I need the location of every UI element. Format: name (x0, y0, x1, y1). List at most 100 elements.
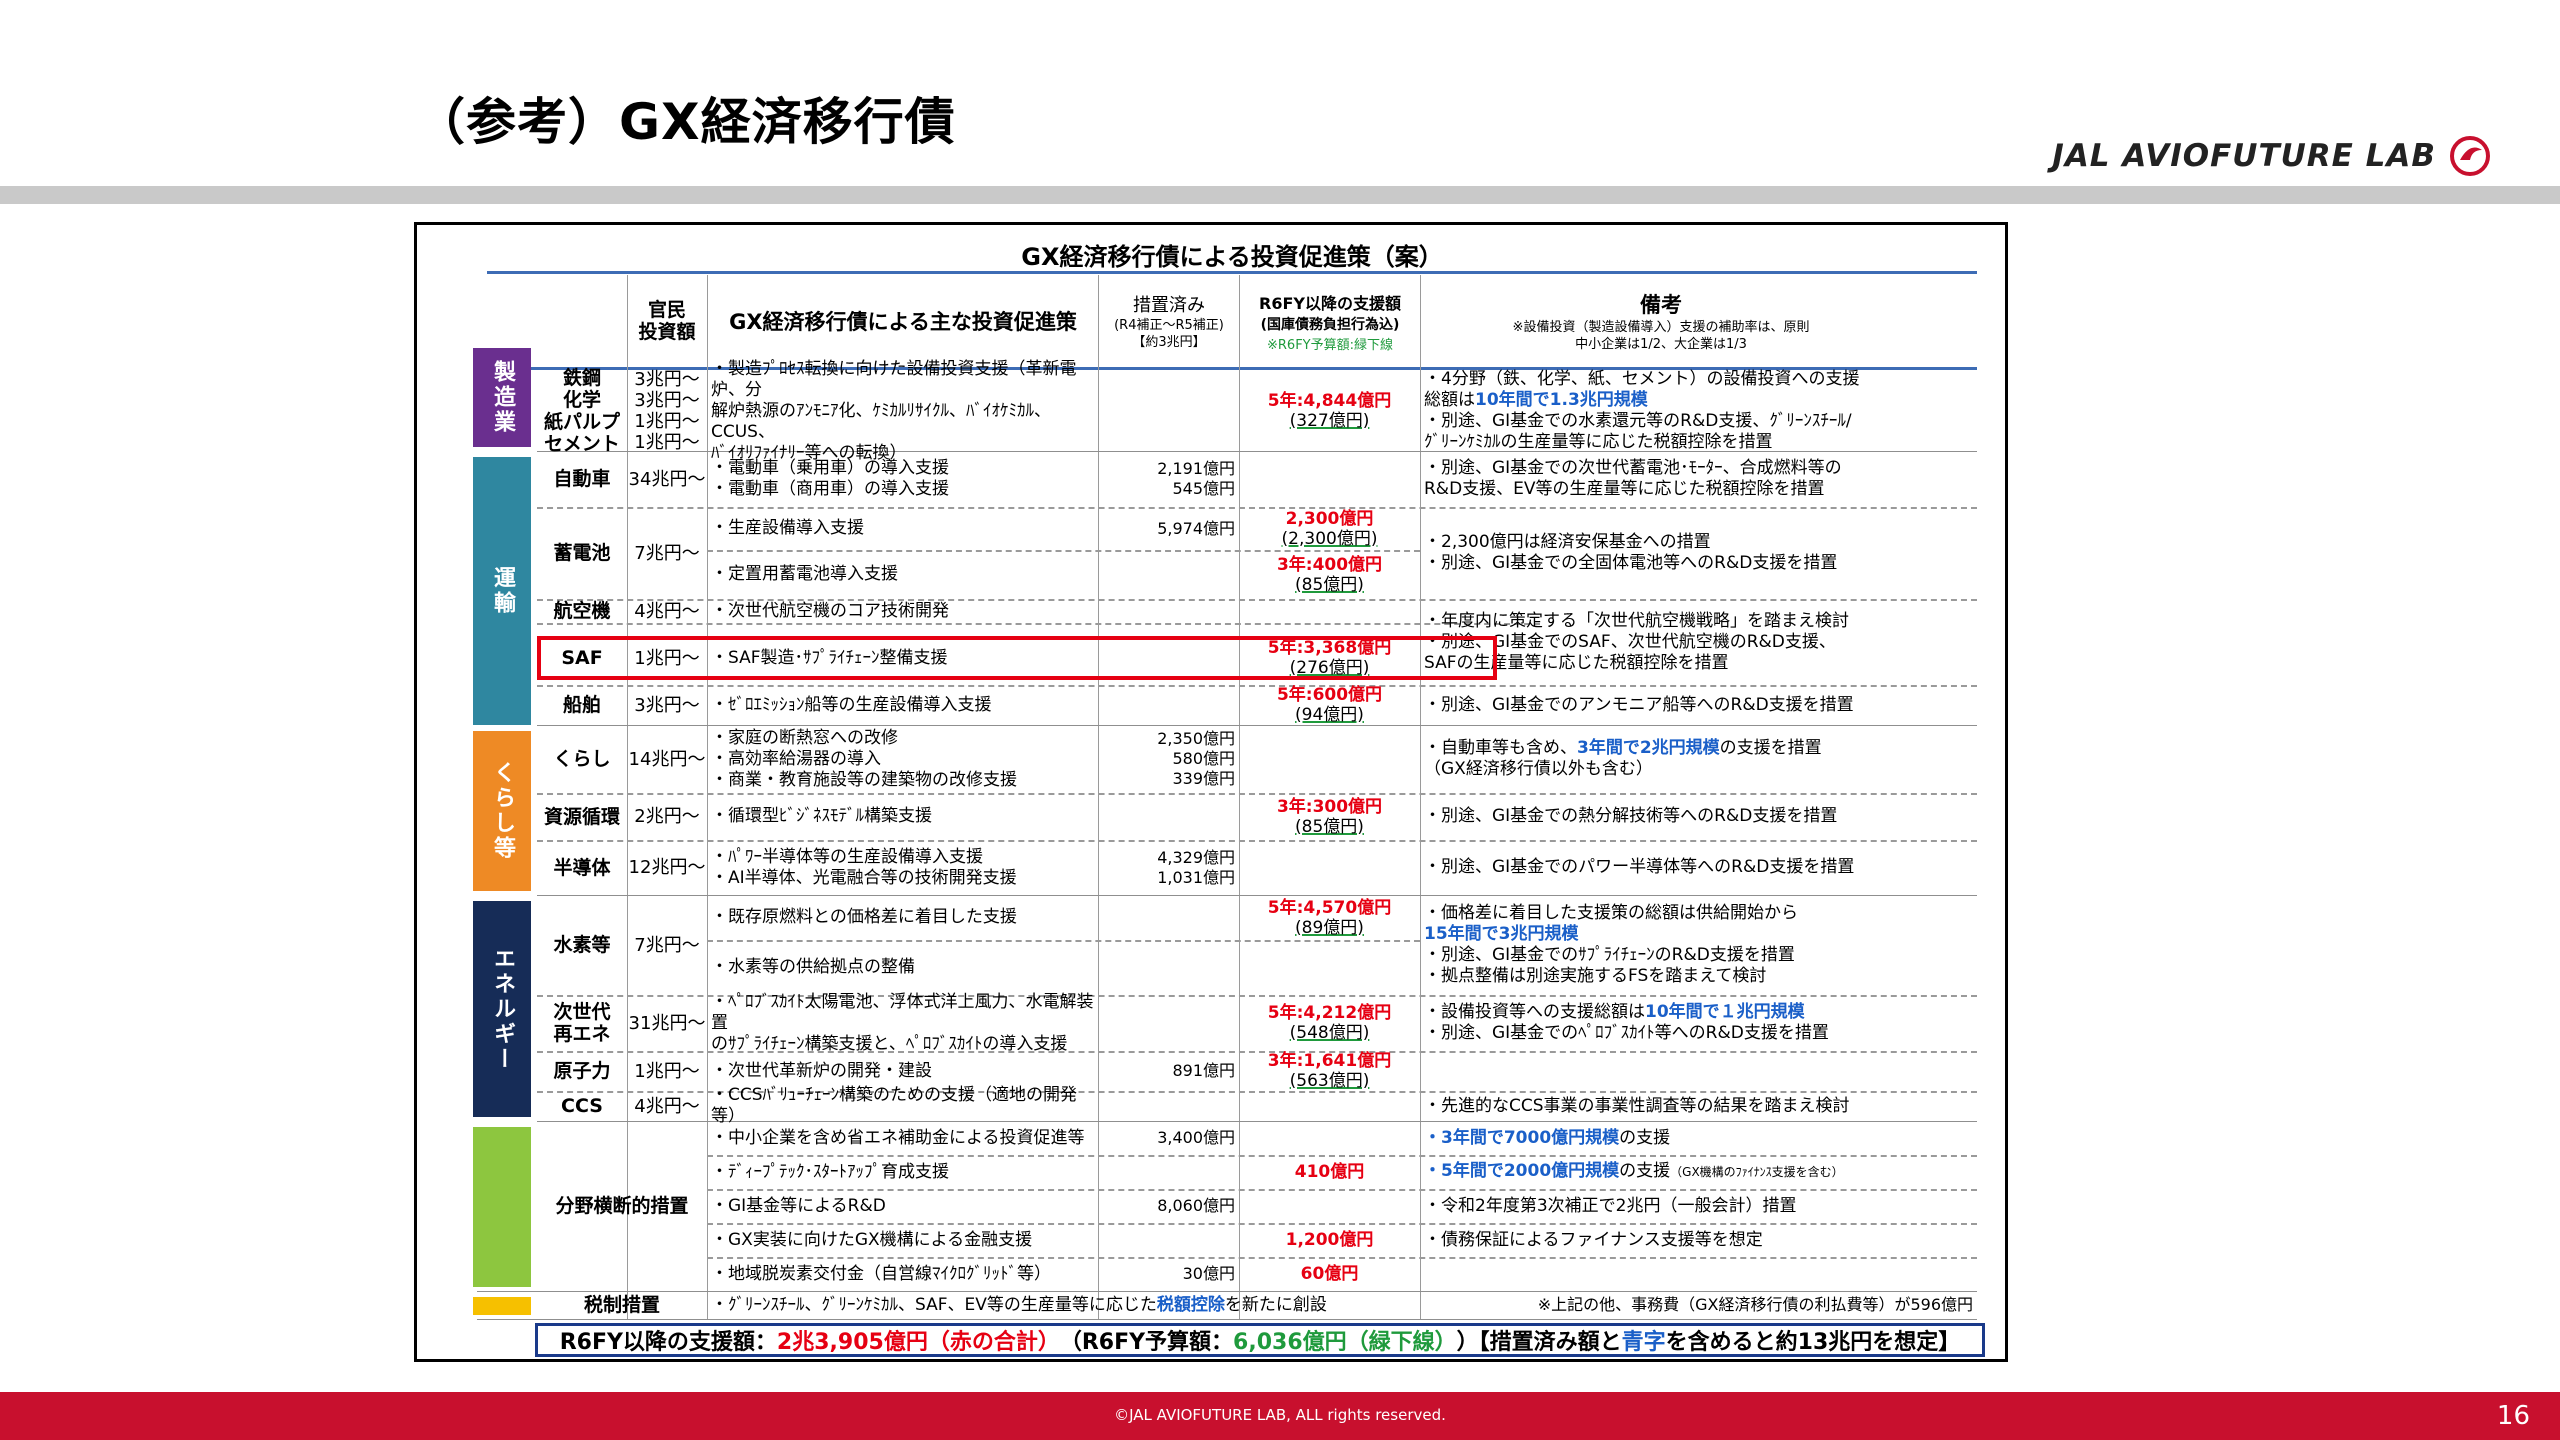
row-living-rem-b: 3年間で2兆円規模 (1577, 738, 1720, 758)
row-mfg-remarks-text: ・4分野（鉄、化学、紙、セメント）の設備投資への支援 総額は10年間で1.3兆円… (1424, 369, 1859, 453)
row-cross-2-r6: 410億円 (1239, 1155, 1420, 1189)
row-renew-r6-red: 5年:4,212億円 (1267, 1003, 1392, 1023)
row-cross-5-scheduled: 30億円 (1182, 1264, 1235, 1283)
row-tax-measure-text: ・ｸﾞﾘｰﾝｽﾁｰﾙ、ｸﾞﾘｰﾝｹﾐｶﾙ、SAF、EV等の生産量等に応じた税額控… (711, 1295, 1327, 1316)
row-tax-pol-a: ・ｸﾞﾘｰﾝｽﾁｰﾙ、ｸﾞﾘｰﾝｹﾐｶﾙ、SAF、EV等の生産量等に応じた (711, 1294, 1157, 1315)
row-ccs-measure: ・CCSﾊﾞﾘｭｰﾁｪｰﾝ構築のための支援（適地の開発等） (711, 1085, 1078, 1126)
row-battery-measure-2: ・定置用蓄電池導入支援 (711, 564, 898, 584)
row-battery-r6-green-2: (85億円) (1295, 574, 1364, 595)
row-recycle-r6-red: 3年:300億円 (1276, 796, 1383, 817)
row-hydrogen-r6-green: (89億円) (1295, 917, 1364, 938)
row-battery-scheduled: 5,974億円 (1157, 518, 1235, 538)
row-hydrogen-rem-c: ・別途、GI基金でのｻﾌﾟﾗｲﾁｪｰﾝのR&D支援を措置 ・拠点整備は別途実施す… (1424, 945, 1795, 986)
header-investment: 官民 投資額 (638, 299, 696, 343)
summary-end: を含めると約13兆円を想定】 (1665, 1330, 1961, 1355)
row-ship-sub: 船舶 (562, 694, 601, 716)
row-tax-pol-c: を新たに創設 (1224, 1294, 1327, 1315)
row-renew-amount: 31兆円～ (628, 1012, 706, 1034)
col-line (1098, 275, 1099, 1320)
summary-red-total: 2兆3,905億円（赤の合計） (776, 1330, 1060, 1355)
row-cross-1-remarks: ・3年間で7000億円規模の支援 (1422, 1121, 1977, 1155)
row-cross-3-measure: ・GI基金等によるR&D (711, 1195, 886, 1216)
row-semi-scheduled: 4,329億円 1,031億円 (1157, 847, 1235, 887)
row-cross-3-scheduled: 8,060億円 (1157, 1196, 1235, 1215)
row-recycle-r6: 3年:300億円 (85億円) (1239, 793, 1420, 840)
copyright: ©JAL AVIOFUTURE LAB, ALL rights reserved… (1114, 1406, 1446, 1424)
row-hydrogen-measure-1: ・既存原燃料との価格差に着目した支援 (711, 907, 1017, 927)
category-transport: 運輸 (473, 457, 531, 725)
row-aircraft-remarks: ・年度内に策定する「次世代航空機戦略」を踏まえ検討 ・別途、GI基金でのSAF、… (1424, 610, 1849, 673)
row-recycle-measure: ・循環型ﾋﾞｼﾞﾈｽﾓﾃﾞﾙ構築支援 (711, 806, 932, 826)
row-semi-remarks: ・別途、GI基金でのパワー半導体等へのR&D支援を措置 (1424, 857, 1855, 877)
row-battery-r6-green-1: (2,300億円) (1281, 528, 1378, 549)
row-mfg-r6-green: (327億円) (1289, 411, 1370, 431)
row-nuclear-r6: 3年:1,641億円 (563億円) (1239, 1051, 1420, 1091)
row-car-scheduled: 2,191億円 545億円 (1157, 459, 1235, 498)
row-cross-2-remarks: ・5年間で2000億円規模の支援（GX機構のﾌｧｲﾅﾝｽ支援を含む） (1422, 1155, 1977, 1189)
row-living-measure: ・家庭の断熱窓への改修 ・高効率給湯器の導入 ・商業・教育施設等の建築物の改修支… (711, 727, 1017, 790)
row-nuclear-sub: 原子力 (553, 1060, 611, 1082)
row-renew-sub: 次世代 再エネ (553, 1001, 611, 1045)
row-cross-1-rem-c: の支援 (1619, 1127, 1671, 1148)
row-cross-5-measure: ・地域脱炭素交付金（自営線ﾏｲｸﾛｸﾞﾘｯﾄﾞ等） (711, 1263, 1051, 1284)
row-mfg-amount: 3兆円～ 3兆円～ 1兆円～ 1兆円～ (634, 369, 700, 453)
category-energy: エネルギー (473, 901, 531, 1117)
row-battery-r6-2: 3年:400億円 (85億円) (1239, 550, 1420, 599)
tsurumaru-crane-icon (2450, 136, 2490, 176)
page-number: 16 (2496, 1401, 2530, 1431)
col-line (1420, 275, 1421, 1320)
row-cross-4-r6: 1,200億円 (1239, 1223, 1420, 1257)
row-living-remarks-text: ・自動車等も含め、3年間で2兆円規模の支援を措置 （GX経済移行債以外も含む） (1424, 738, 1822, 780)
row-cross-4-remarks: ・債務保証によるファイナンス支援等を想定 (1424, 1229, 1763, 1250)
header-remarks-sub: ※設備投資（製造設備導入）支援の補助率は、原則 中小企業は1/2、大企業は1/3 (1512, 320, 1810, 352)
category-manufacturing: 製造業 (473, 348, 531, 447)
row-hydrogen-rem-b: 15年間で3兆円規模 (1424, 924, 1579, 944)
row-line (537, 623, 1540, 625)
row-cross-1-remarks-text: ・3年間で7000億円規模の支援 (1424, 1128, 1670, 1149)
header-rule (0, 186, 2560, 204)
row-living-amount: 14兆円～ (628, 748, 706, 770)
row-cross-2-rem-small: （GX機構のﾌｧｲﾅﾝｽ支援を含む） (1670, 1165, 1844, 1179)
row-car-sub: 自動車 (553, 468, 611, 490)
row-cross-sub: 分野横断的措置 (555, 1195, 689, 1217)
summary-mid: ）【措置済み額と (1456, 1330, 1622, 1355)
row-mfg-rem-c: ・別途、GI基金での水素還元等のR&D支援、ｸﾞﾘｰﾝｽﾁｰﾙ/ ｸﾞﾘｰﾝｹﾐ… (1424, 411, 1852, 452)
category-living: くらし等 (473, 731, 531, 891)
row-cross-5-r6-red: 60億円 (1300, 1264, 1359, 1284)
row-cross-1-measure: ・中小企業を含め省エネ補助金による投資促進等 (711, 1127, 1085, 1148)
row-nuclear-amount: 1兆円～ (634, 1060, 700, 1082)
row-hydrogen-r6-red: 5年:4,570億円 (1267, 897, 1392, 918)
row-aircraft-amount: 4兆円～ (634, 600, 700, 622)
row-nuclear-r6-green: (563億円) (1289, 1071, 1370, 1091)
row-ccs-remarks: ・先進的なCCS事業の事業性調査等の結果を踏まえ検討 (1424, 1095, 1850, 1116)
title-divider (487, 271, 1977, 274)
row-cross-2-r6-red: 410億円 (1294, 1162, 1365, 1182)
table-title: GX経済移行債による投資促進策（案） (1021, 243, 1443, 271)
row-tax-pol-b: 税額控除 (1156, 1294, 1225, 1315)
row-battery-amount: 7兆円～ (634, 542, 700, 564)
row-cross-3-remarks: ・令和2年度第3次補正で2兆円（一般会計）措置 (1424, 1195, 1797, 1216)
jal-logo: JAL AVIOFUTURE LAB (2052, 136, 2490, 176)
row-mfg-remarks: ・4分野（鉄、化学、紙、セメント）の設備投資への支援 総額は10年間で1.3兆円… (1422, 369, 1977, 453)
row-renew-r6-green: (548億円) (1289, 1023, 1370, 1043)
header-scheduled-sub: (R4補正～R5補正) 【約3兆円】 (1114, 318, 1224, 350)
header-measures: GX経済移行債による主な投資促進策 (729, 310, 1077, 334)
row-battery-r6-1: 2,300億円 (2,300億円) (1239, 507, 1420, 550)
col-line (707, 275, 708, 1320)
row-hydrogen-remarks-text: ・価格差に着目した支援策の総額は供給開始から 15年間で3兆円規模 ・別途、GI… (1424, 903, 1798, 987)
summary-r6-label: （R6FY予算額： (1059, 1330, 1234, 1355)
row-tax-measure: ・ｸﾞﾘｰﾝｽﾁｰﾙ、ｸﾞﾘｰﾝｹﾐｶﾙ、SAF、EV等の生産量等に応じた税額控… (709, 1291, 1420, 1319)
row-ccs-amount: 4兆円～ (634, 1095, 700, 1117)
row-car-remarks: ・別途、GI基金での次世代蓄電池･ﾓｰﾀｰ、合成燃料等の R&D支援、EV等の生… (1424, 458, 1842, 499)
row-mfg-r6: 5年:4,844億円 (327億円) (1239, 371, 1420, 451)
row-ship-amount: 3兆円～ (634, 694, 700, 716)
row-ship-r6: 5年:600億円 (94億円) (1239, 685, 1420, 725)
summary-box: R6FY以降の支援額： 2兆3,905億円（赤の合計） （R6FY予算額： 6,036… (535, 1323, 1985, 1357)
row-living-scheduled: 2,350億円 580億円 339億円 (1157, 729, 1235, 788)
row-renew-rem-c: ・別途、GI基金でのﾍﾟﾛﾌﾞｽｶｲﾄ等へのR&D支援を措置 (1424, 1023, 1829, 1043)
row-cross-1-rem-b: ・3年間で7000億円規模 (1424, 1127, 1620, 1148)
row-line (477, 1319, 1977, 1320)
row-cross-4-measure: ・GX実装に向けたGX機構による金融支援 (711, 1229, 1033, 1250)
slide-title: （参考）GX経済移行債 (415, 93, 956, 151)
row-mfg-sub: 鉄鋼 化学 紙パルプ セメント (543, 367, 620, 455)
